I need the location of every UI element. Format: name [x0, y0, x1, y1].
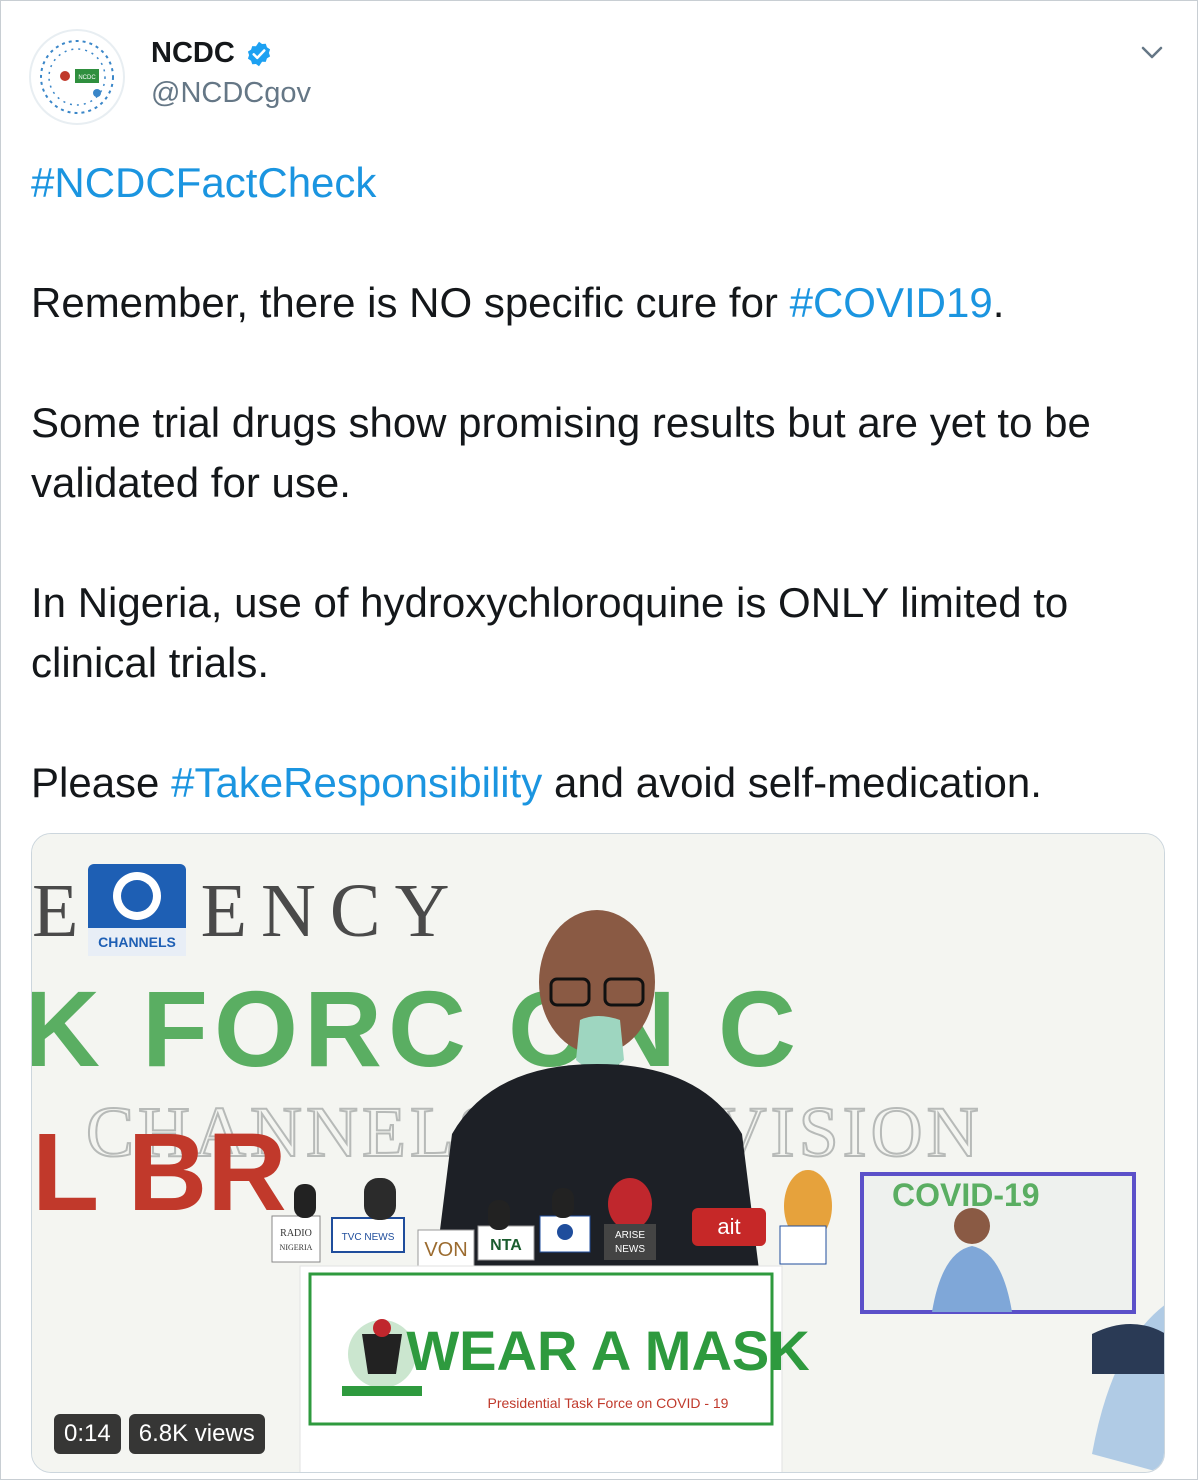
tweet-text-run: In Nigeria, use of hydroxychloroquine is… — [31, 579, 1069, 686]
verified-badge-icon — [247, 41, 270, 66]
tweet-card: NCDC NCDC @NCDCgov #NCDCFactCheck Rememb… — [0, 0, 1198, 1480]
svg-text:NCDC: NCDC — [78, 75, 96, 81]
video-player[interactable]: EIDENCY K FORC ON C CHANNELS TELEVISION … — [31, 833, 1165, 1473]
svg-text:ait: ait — [717, 1214, 740, 1239]
video-views: 6.8K views — [128, 1414, 265, 1454]
author-handle[interactable]: @NCDCgov — [151, 77, 311, 110]
svg-text:RADIO: RADIO — [280, 1228, 312, 1239]
svg-text:NEWS: NEWS — [615, 1244, 645, 1255]
tweet-paragraph-4: In Nigeria, use of hydroxychloroquine is… — [31, 573, 1171, 693]
video-stats: 0:14 6.8K views — [54, 1414, 265, 1454]
svg-text:NIGERIA: NIGERIA — [280, 1243, 313, 1252]
podium-sign-text: WEAR A MASK — [406, 1319, 809, 1382]
tweet-paragraph-1: #NCDCFactCheck — [31, 153, 1171, 213]
face-mask — [576, 1016, 624, 1071]
hashtag-link[interactable]: #COVID19 — [790, 279, 993, 326]
tweet-text-run: . — [992, 279, 1005, 326]
svg-text:TVC NEWS: TVC NEWS — [342, 1232, 395, 1243]
video-frame: EIDENCY K FORC ON C CHANNELS TELEVISION … — [32, 834, 1164, 1472]
svg-text:ARISE: ARISE — [615, 1230, 645, 1241]
svg-text:VON: VON — [424, 1239, 467, 1261]
banner-red-text: L BR — [32, 1111, 287, 1234]
svg-text:COVID-19: COVID-19 — [892, 1177, 1040, 1213]
tweet-paragraph-3: Some trial drugs show promising results … — [31, 393, 1171, 513]
hashtag-link[interactable]: #TakeResponsibility — [171, 759, 542, 806]
svg-text:CHANNELS: CHANNELS — [98, 934, 176, 950]
video-duration: 0:14 — [54, 1414, 121, 1454]
ncdc-logo-icon: NCDC — [40, 40, 114, 114]
tweet-text-run: and avoid self-medication. — [542, 759, 1042, 806]
tweet-text-run: Please — [31, 759, 172, 806]
avatar[interactable]: NCDC — [29, 29, 125, 125]
tweet-text-run: Some trial drugs show promising results … — [31, 399, 1091, 506]
svg-text:NTA: NTA — [490, 1237, 522, 1254]
tweet-paragraph-2: Remember, there is NO specific cure for … — [31, 273, 1171, 333]
tweet-paragraph-5: Please #TakeResponsibility and avoid sel… — [31, 753, 1171, 813]
author-name-row[interactable]: NCDC — [151, 37, 273, 70]
banner-mid-text: K FORC ON C — [32, 968, 802, 1089]
display-name[interactable]: NCDC — [151, 37, 235, 70]
chevron-down-icon[interactable] — [1137, 37, 1167, 67]
podium-sub-text: Presidential Task Force on COVID - 19 — [488, 1395, 729, 1411]
hashtag-link[interactable]: #NCDCFactCheck — [31, 159, 376, 206]
channels-logo-icon: CHANNELS — [88, 864, 186, 956]
tweet-text-run: Remember, there is NO specific cure for — [31, 279, 790, 326]
